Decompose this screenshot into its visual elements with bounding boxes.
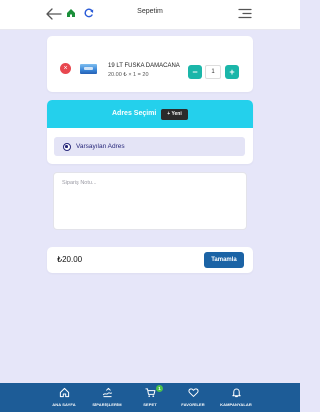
cart-count-badge: 1 — [156, 385, 163, 392]
quantity-increase-button[interactable]: + — [225, 65, 239, 79]
refresh-icon[interactable] — [84, 8, 94, 18]
product-price-line: 20.00 ₺ × 1 = 20 — [108, 72, 149, 78]
total-amount: ₺20.00 — [57, 255, 83, 264]
quantity-value[interactable]: 1 — [205, 65, 221, 79]
heart-icon — [187, 388, 199, 397]
product-name: 19 LT FUSKA DAMACANA — [108, 63, 180, 69]
nav-item-campaigns[interactable]: KAMPANYALAR — [211, 383, 261, 412]
page-title: Sepetim — [137, 8, 163, 15]
complete-order-button[interactable]: Tamamla — [204, 252, 244, 268]
address-selection-card: Adres Seçimi + Yeni Varsayılan Adres — [47, 100, 253, 164]
top-header: Sepetim — [0, 0, 300, 30]
total-card: ₺20.00 Tamamla — [47, 247, 253, 273]
quantity-decrease-button[interactable]: − — [188, 65, 202, 79]
product-image — [80, 64, 97, 74]
remove-item-button[interactable]: × — [60, 63, 71, 74]
menu-icon[interactable] — [238, 8, 252, 19]
nav-label-campaigns: KAMPANYALAR — [220, 402, 252, 407]
order-note-input[interactable] — [53, 172, 247, 230]
address-option-label: Varsayılan Adres — [76, 143, 125, 150]
bottom-nav: ANA SAYFA SİPARİŞLERİM 1 SEPET FAVORİLER… — [0, 383, 300, 412]
bell-icon — [231, 388, 241, 398]
cart-icon — [144, 388, 155, 397]
radio-selected-icon[interactable] — [63, 143, 71, 151]
address-header: Adres Seçimi + Yeni — [47, 100, 253, 128]
new-address-button[interactable]: + Yeni — [161, 109, 188, 120]
arrow-left-icon[interactable] — [46, 8, 62, 20]
cart-item-card: × 19 LT FUSKA DAMACANA 20.00 ₺ × 1 = 20 … — [47, 36, 253, 92]
home-icon[interactable] — [66, 8, 76, 18]
home-icon — [59, 387, 69, 398]
orders-icon — [102, 387, 112, 398]
address-option-default[interactable]: Varsayılan Adres — [54, 137, 245, 156]
address-title: Adres Seçimi — [112, 110, 157, 117]
